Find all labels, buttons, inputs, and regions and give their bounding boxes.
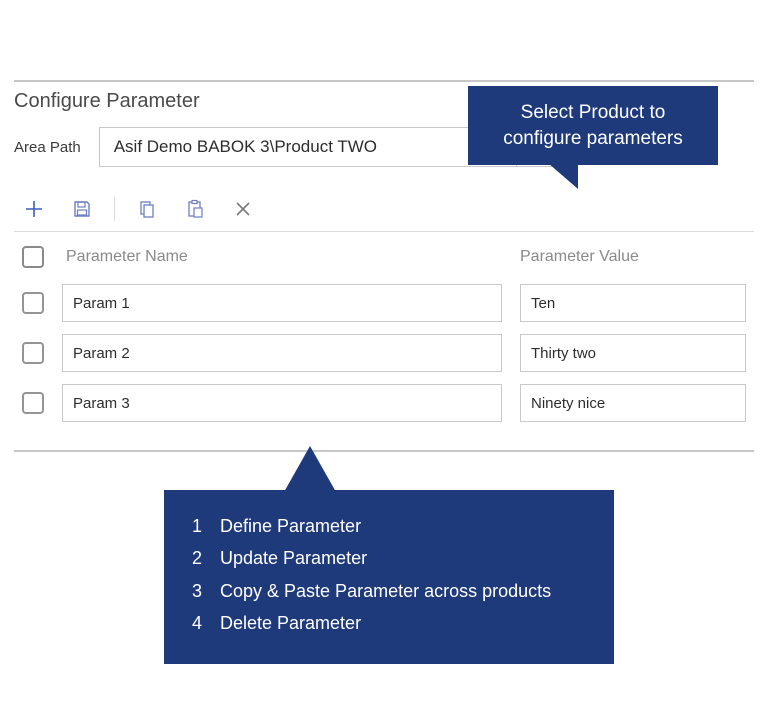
delete-button[interactable] (231, 197, 255, 221)
callout-text: Delete Parameter (220, 607, 361, 639)
callout-text: Define Parameter (220, 510, 361, 542)
area-path-label: Area Path (14, 139, 81, 156)
copy-button[interactable] (135, 197, 159, 221)
table-row: Param 1 Ten (14, 278, 754, 328)
toolbar-divider (114, 197, 115, 221)
toolbar (14, 187, 754, 232)
table-row: Param 3 Ninety nice (14, 378, 754, 428)
row-checkbox[interactable] (22, 292, 44, 314)
callout-num: 2 (192, 542, 206, 574)
area-path-value: Asif Demo BABOK 3\Product TWO (114, 137, 377, 157)
callout-actions: 1 Define Parameter 2 Update Parameter 3 Cop… (164, 490, 614, 664)
table-row: Param 2 Thirty two (14, 328, 754, 378)
parameter-value-input[interactable]: Ninety nice (520, 384, 746, 422)
paste-button[interactable] (183, 197, 207, 221)
row-checkbox[interactable] (22, 392, 44, 414)
parameter-name-input[interactable]: Param 2 (62, 334, 502, 372)
row-checkbox[interactable] (22, 342, 44, 364)
callout-select-product-text: Select Product to configure parameters (503, 102, 683, 149)
column-header-value: Parameter Value (520, 248, 746, 266)
callout-num: 3 (192, 575, 206, 607)
callout-select-product: Select Product to configure parameters (468, 86, 718, 165)
callout-num: 4 (192, 607, 206, 639)
divider-bottom (14, 450, 754, 452)
save-button[interactable] (70, 197, 94, 221)
column-header-name: Parameter Name (62, 248, 502, 266)
callout-num: 1 (192, 510, 206, 542)
parameter-value-input[interactable]: Ten (520, 284, 746, 322)
select-all-checkbox[interactable] (22, 246, 44, 268)
callout-text: Update Parameter (220, 542, 367, 574)
parameter-value-input[interactable]: Thirty two (520, 334, 746, 372)
table-header: Parameter Name Parameter Value (14, 232, 754, 278)
parameter-name-input[interactable]: Param 1 (62, 284, 502, 322)
parameter-name-input[interactable]: Param 3 (62, 384, 502, 422)
add-button[interactable] (22, 197, 46, 221)
callout-text: Copy & Paste Parameter across products (220, 575, 551, 607)
divider-top (14, 80, 754, 82)
